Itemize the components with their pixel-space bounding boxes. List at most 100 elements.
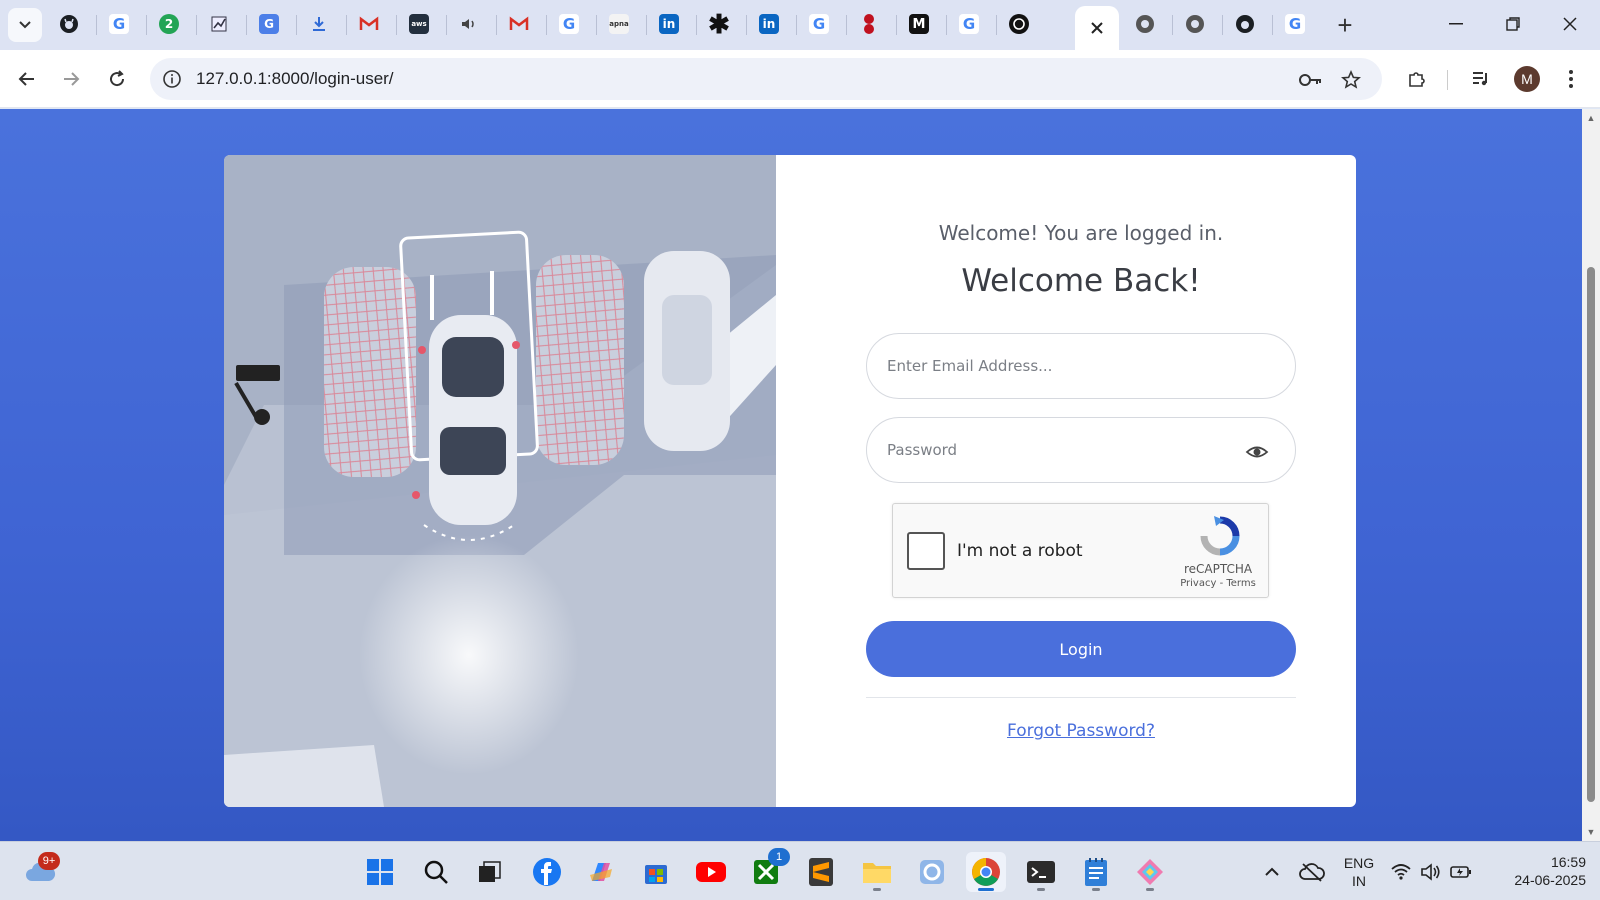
browser-menu-button[interactable] — [1556, 64, 1586, 94]
taskbar-copilot[interactable] — [581, 852, 621, 892]
eye-icon[interactable] — [1245, 440, 1269, 464]
taskbar-youtube[interactable] — [691, 852, 731, 892]
tab-gmail[interactable] — [354, 9, 384, 39]
tab-github[interactable] — [54, 9, 84, 39]
taskbar-terminal[interactable] — [1021, 852, 1061, 892]
github-icon — [60, 15, 78, 33]
back-button[interactable] — [10, 62, 44, 96]
xbox-badge: 1 — [768, 848, 790, 866]
password-key-button[interactable] — [1298, 67, 1324, 93]
plus-icon: + — [1337, 9, 1353, 40]
taskbar-store[interactable] — [636, 852, 676, 892]
windows-icon — [367, 859, 393, 885]
linkedin-icon: in — [759, 14, 779, 34]
app-ring-icon — [920, 860, 944, 884]
tab-aws[interactable]: aws — [404, 9, 434, 39]
language-indicator[interactable]: ENG IN — [1342, 854, 1376, 890]
taskbar-facebook[interactable] — [527, 852, 567, 892]
tab-google-2[interactable]: G — [554, 9, 584, 39]
tab-medium[interactable]: M — [904, 9, 934, 39]
email-field[interactable] — [887, 334, 1237, 398]
tab-search-button[interactable] — [8, 8, 42, 42]
media-control-button[interactable] — [1466, 64, 1496, 94]
reload-button[interactable] — [100, 62, 134, 96]
minimize-button[interactable] — [1428, 0, 1484, 48]
google-icon: G — [109, 14, 129, 34]
taskbar-chrome[interactable] — [966, 852, 1006, 892]
new-tab-button[interactable]: + — [1330, 10, 1360, 40]
password-field[interactable] — [887, 418, 1237, 482]
onedrive-button[interactable] — [1292, 852, 1332, 892]
tab-apna[interactable]: apna — [604, 9, 634, 39]
taskbar-file-explorer[interactable] — [857, 852, 897, 892]
tab-github-2[interactable] — [1230, 9, 1260, 39]
weather-badge: 9+ — [38, 852, 60, 870]
tab-gmail-2[interactable] — [504, 9, 534, 39]
tab-translate[interactable]: G — [254, 9, 284, 39]
scroll-thumb[interactable] — [1587, 267, 1595, 802]
youtube-icon — [696, 862, 726, 882]
task-view-icon — [479, 861, 501, 882]
language-secondary: IN — [1352, 873, 1366, 889]
tab-linkedin[interactable]: in — [654, 9, 684, 39]
chevron-up-icon — [1265, 867, 1279, 876]
profile-avatar[interactable]: M — [1514, 66, 1540, 92]
tab-chrome[interactable] — [1130, 9, 1160, 39]
url-text[interactable]: 127.0.0.1:8000/login-user/ — [196, 69, 394, 89]
more-vertical-icon — [1569, 70, 1573, 88]
tab-red-app[interactable] — [854, 9, 884, 39]
forward-button[interactable] — [54, 62, 88, 96]
login-form: Welcome! You are logged in. Welcome Back… — [776, 155, 1356, 807]
gmail-icon — [509, 16, 529, 30]
tab-chart[interactable] — [204, 9, 234, 39]
google-icon: G — [1285, 14, 1305, 34]
extensions-button[interactable] — [1401, 64, 1431, 94]
tab-google-4[interactable]: G — [954, 9, 984, 39]
info-icon[interactable] — [162, 69, 182, 89]
restore-icon — [1506, 17, 1520, 31]
recaptcha-links[interactable]: Privacy - Terms — [1173, 578, 1263, 589]
clock-date: 24-06-2025 — [1514, 872, 1586, 888]
scroll-up-icon[interactable]: ▲ — [1586, 113, 1596, 123]
search-icon — [424, 860, 448, 884]
recaptcha-widget: I'm not a robot reCAPTCHA Privacy - Term… — [892, 503, 1269, 598]
taskbar-notepad[interactable] — [1076, 852, 1116, 892]
address-bar[interactable]: 127.0.0.1:8000/login-user/ — [150, 58, 1382, 100]
forgot-password-link[interactable]: Forgot Password? — [776, 721, 1356, 741]
tab-current[interactable] — [1075, 6, 1119, 50]
quick-settings-button[interactable] — [1386, 852, 1476, 892]
tab-google-5[interactable]: G — [1280, 9, 1310, 39]
recaptcha-label: I'm not a robot — [957, 541, 1083, 561]
tab-google-3[interactable]: G — [804, 9, 834, 39]
close-icon[interactable] — [1090, 21, 1104, 35]
task-view-button[interactable] — [470, 852, 510, 892]
page-scrollbar[interactable]: ▲ ▼ — [1582, 109, 1600, 841]
clock[interactable]: 16:59 24-06-2025 — [1490, 853, 1586, 889]
wifi-icon — [1391, 864, 1411, 880]
recaptcha-checkbox[interactable] — [907, 532, 945, 570]
tab-chrome-2[interactable] — [1180, 9, 1210, 39]
search-button[interactable] — [416, 852, 456, 892]
google-icon: G — [959, 14, 979, 34]
window-close-button[interactable] — [1542, 0, 1598, 48]
medium-icon: M — [909, 14, 929, 34]
taskbar-app-circle[interactable] — [912, 852, 952, 892]
bookmark-button[interactable] — [1338, 67, 1364, 93]
recaptcha-brand: reCAPTCHA — [1183, 562, 1253, 576]
volume-icon — [1421, 863, 1440, 881]
login-button[interactable]: Login — [866, 621, 1296, 677]
tab-download[interactable] — [304, 9, 334, 39]
tab-green-app[interactable]: 2 — [154, 9, 184, 39]
scroll-down-icon[interactable]: ▼ — [1586, 827, 1596, 837]
tab-linkedin-2[interactable]: in — [754, 9, 784, 39]
arrow-right-icon — [64, 72, 80, 86]
show-hidden-icons-button[interactable] — [1252, 852, 1292, 892]
taskbar-sublime[interactable] — [801, 852, 841, 892]
tab-google[interactable]: G — [104, 9, 134, 39]
taskbar-snipping[interactable] — [1130, 852, 1170, 892]
tab-asterisk[interactable]: ✱ — [704, 9, 734, 39]
tab-audio[interactable] — [454, 9, 484, 39]
start-button[interactable] — [360, 852, 400, 892]
tab-openai[interactable] — [1004, 9, 1034, 39]
restore-button[interactable] — [1485, 0, 1541, 48]
